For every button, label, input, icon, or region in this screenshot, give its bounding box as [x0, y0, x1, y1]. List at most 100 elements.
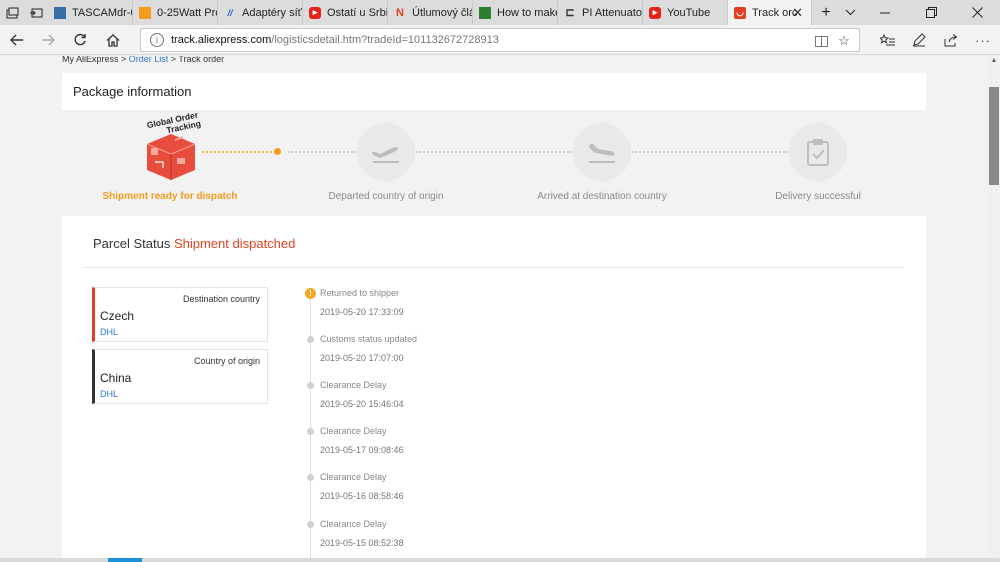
timeline-dot [307, 336, 314, 343]
progress-connector [202, 151, 276, 153]
browser-navbar: i track.aliexpress.com/logisticsdetail.h… [0, 25, 1000, 55]
reading-view-icon[interactable] [813, 33, 829, 49]
timeline-dot [307, 382, 314, 389]
origin-country: China [100, 371, 132, 385]
plane-arrival-icon [573, 123, 631, 181]
timeline-dot [307, 428, 314, 435]
tab-adaptery[interactable]: // Adaptéry síťo [218, 0, 303, 25]
progress-marker [274, 148, 281, 155]
progress-connector [632, 151, 788, 153]
address-bar[interactable]: i track.aliexpress.com/logisticsdetail.h… [140, 28, 860, 52]
step-label: Delivery successful [775, 191, 861, 202]
new-tab-icon[interactable]: + [814, 0, 838, 25]
back-arrow-icon[interactable] [3, 28, 31, 52]
breadcrumb-current: Track order [178, 56, 225, 64]
close-tab-icon[interactable]: ✕ [792, 5, 803, 21]
pen-icon[interactable] [905, 28, 933, 52]
destination-carrier-link[interactable]: DHL [100, 327, 118, 337]
set-tabs-aside-icon[interactable] [24, 0, 48, 25]
breadcrumb-separator: > [118, 56, 129, 64]
destination-country: Czech [100, 309, 135, 323]
orange-site-icon [139, 6, 151, 19]
breadcrumb: My AliExpress > Order List > Track order [62, 56, 224, 64]
timeline-event: Customs status updated [320, 334, 418, 344]
breadcrumb-separator: > [168, 56, 179, 64]
origin-country-card: Country of origin China DHL [92, 349, 268, 404]
tab-track-order[interactable]: ◡ Track orc ✕ [728, 0, 812, 25]
tab-watt[interactable]: 0-25Watt Pro [133, 0, 218, 25]
timeline-time: 2019-05-16 08:58:46 [320, 491, 404, 501]
refresh-icon[interactable] [66, 28, 94, 52]
destination-country-card: Destination country Czech DHL [92, 287, 268, 342]
progress-connector [416, 151, 572, 153]
chevron-down-icon[interactable] [838, 0, 862, 25]
alert-icon: ! [305, 288, 316, 299]
more-menu-icon[interactable]: ··· [969, 28, 997, 52]
timeline-dot [307, 474, 314, 481]
favorite-star-icon[interactable]: ☆ [836, 33, 852, 49]
shipment-progress-tracker: Global Order Tracking Shipment ready for… [62, 109, 926, 216]
breadcrumb-my-aliexpress[interactable]: My AliExpress [62, 56, 119, 64]
minimize-icon[interactable] [862, 0, 908, 25]
plane-departure-icon [357, 123, 415, 181]
origin-carrier-link[interactable]: DHL [100, 389, 118, 399]
url-host: track.aliexpress.com [171, 34, 272, 46]
parcel-status-value: Shipment dispatched [173, 236, 296, 251]
timeline-dot [307, 521, 314, 528]
url-path: /logisticsdetail.htm?tradeId=10113267272… [271, 34, 499, 46]
close-window-icon[interactable] [954, 0, 1000, 25]
home-icon[interactable] [99, 28, 127, 52]
card-caption: Destination country [182, 294, 260, 304]
taskbar-active-indicator [108, 558, 142, 562]
package-icon [146, 134, 196, 180]
clipboard-check-icon [789, 123, 847, 181]
tab-tascam[interactable]: TASCAMdr-0 [48, 0, 133, 25]
scroll-up-arrow-icon[interactable]: ▲ [988, 57, 1000, 67]
timeline-event: Clearance Delay [320, 426, 387, 436]
parcel-status-label: Parcel Status [93, 236, 171, 251]
site-info-icon[interactable]: i [150, 33, 164, 47]
share-icon[interactable] [937, 28, 965, 52]
timeline-event: Clearance Delay [320, 472, 387, 482]
progress-connector [288, 151, 356, 153]
divider [82, 267, 904, 268]
blue-site-icon: // [227, 7, 233, 18]
tab-pi-attenuator[interactable]: ⊏ PI Attenuato [558, 0, 643, 25]
parcel-status: Parcel Status Shipment dispatched [93, 236, 295, 251]
package-information-panel: Package information Global Order Trackin… [62, 73, 926, 562]
browser-tab-strip: TASCAMdr-0 0-25Watt Pro // Adaptéry síťo… [0, 0, 1000, 25]
timeline-time: 2019-05-17 09:08:46 [320, 445, 404, 455]
tab-utlumovy[interactable]: N Útlumový člá [388, 0, 473, 25]
breadcrumb-order-list[interactable]: Order List [129, 56, 169, 64]
aliexpress-icon: ◡ [734, 6, 746, 19]
tab-youtube[interactable]: ▸ YouTube [643, 0, 728, 25]
step-label: Shipment ready for dispatch [102, 191, 238, 202]
taskbar-edge [0, 558, 1000, 562]
green-site-icon [479, 6, 491, 19]
tab-ostati[interactable]: ▸ Ostatí u Srbij [303, 0, 388, 25]
card-caption: Country of origin [193, 356, 260, 366]
panel-title: Package information [73, 84, 192, 99]
step-label: Departed country of origin [328, 191, 444, 202]
timeline-event: Clearance Delay [320, 519, 387, 529]
youtube-icon: ▸ [309, 6, 321, 19]
favorites-list-icon[interactable] [873, 28, 901, 52]
step-label: Arrived at destination country [537, 191, 667, 202]
red-n-icon: N [396, 6, 404, 19]
global-order-tracking-logo: Global Order Tracking [137, 109, 211, 182]
circuit-icon: ⊏ [565, 7, 575, 19]
timeline-event: Clearance Delay [320, 380, 387, 390]
youtube-icon: ▸ [649, 6, 661, 19]
scrollbar-thumb[interactable] [989, 87, 999, 185]
timeline-time: 2019-05-20 15:46:04 [320, 399, 404, 409]
document-icon [54, 6, 66, 19]
timeline-time: 2019-05-20 17:07:00 [320, 353, 404, 363]
timeline-event: Returned to shipper [320, 288, 400, 298]
page-viewport: My AliExpress > Order List > Track order… [0, 56, 988, 562]
forward-arrow-icon[interactable] [34, 28, 62, 52]
tab-actions-icon[interactable] [0, 0, 24, 25]
timeline-time: 2019-05-20 17:33:09 [320, 307, 404, 317]
tab-how-to-make[interactable]: How to make [473, 0, 558, 25]
restore-icon[interactable] [908, 0, 954, 25]
timeline-time: 2019-05-15 08:52:38 [320, 538, 404, 548]
